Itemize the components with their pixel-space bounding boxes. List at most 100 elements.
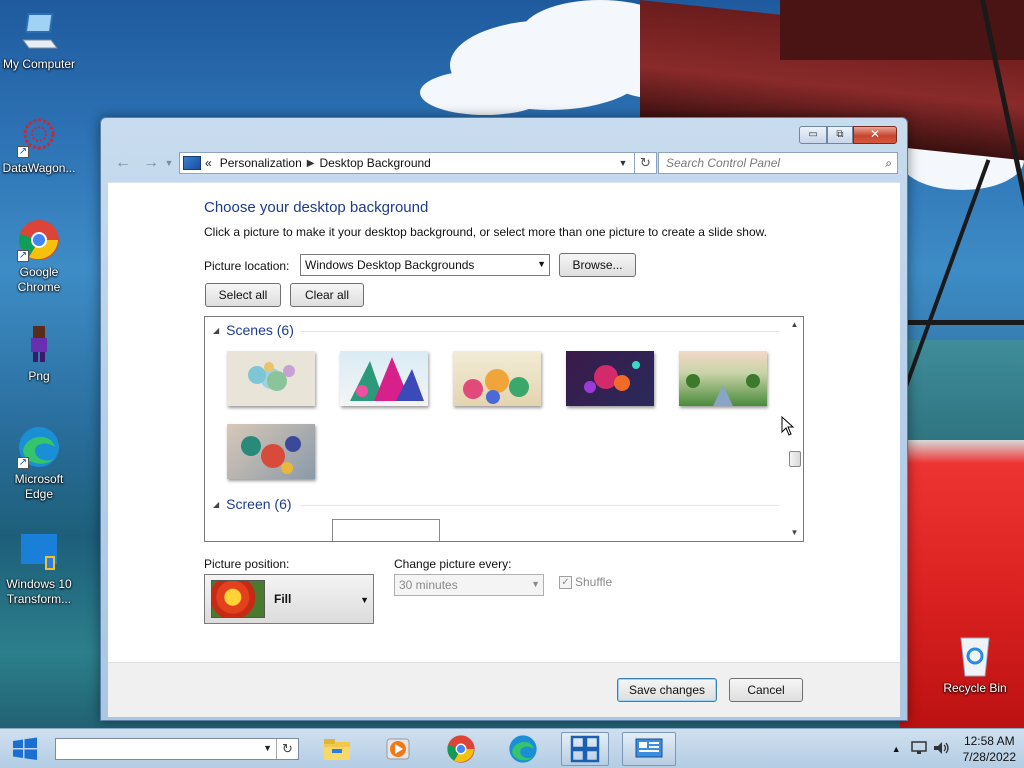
maximize-button[interactable]: ⧉: [827, 126, 853, 144]
desktop-icon-recycle-bin[interactable]: Recycle Bin: [937, 634, 1013, 696]
chevron-down-icon: ▼: [537, 259, 546, 269]
save-changes-button[interactable]: Save changes: [617, 678, 717, 702]
task-view-icon[interactable]: [561, 732, 609, 766]
thumbnail-focus-frame: [332, 519, 440, 541]
refresh-icon[interactable]: ↻: [634, 153, 656, 173]
network-icon[interactable]: [910, 740, 927, 758]
datawagon-icon: ↗: [17, 114, 61, 158]
wallpaper-thumbnail[interactable]: [566, 351, 654, 406]
picture-position-label: Picture position:: [204, 557, 290, 571]
windows10-transformation-icon: [17, 530, 61, 574]
desktop-icon-windows10-transformation[interactable]: Windows 10 Transform...: [1, 530, 77, 607]
forward-arrow-icon[interactable]: →: [141, 153, 161, 173]
show-hidden-icons-chevron-icon[interactable]: ▲: [892, 744, 901, 754]
edge-icon: ↗: [17, 425, 61, 469]
close-button[interactable]: ✕: [853, 126, 897, 144]
dialog-footer: Save changes Cancel: [108, 662, 900, 717]
page-description: Click a picture to make it your desktop …: [204, 225, 767, 239]
start-button[interactable]: [8, 735, 42, 763]
address-bar[interactable]: « Personalization ▶ Desktop Background ▼…: [179, 152, 657, 174]
file-explorer-icon[interactable]: [313, 732, 361, 766]
group-title: Screen (6): [226, 496, 292, 512]
chrome-icon[interactable]: [437, 732, 485, 766]
group-title: Scenes (6): [226, 322, 294, 338]
chevron-down-icon: ▼: [531, 579, 540, 589]
breadcrumb-personalization[interactable]: Personalization: [220, 156, 302, 170]
minimize-button[interactable]: ▭: [799, 126, 827, 144]
search-placeholder: Search Control Panel: [666, 156, 781, 170]
window-controls: ▭ ⧉ ✕: [799, 126, 897, 144]
collapse-triangle-icon[interactable]: ◢: [213, 326, 219, 335]
clock-date: 7/28/2022: [962, 750, 1016, 764]
recycle-bin-icon: [953, 634, 997, 678]
breadcrumb-separator-icon[interactable]: ▶: [307, 158, 315, 169]
flower-preview-thumbnail: [211, 580, 265, 618]
media-player-icon[interactable]: [374, 732, 422, 766]
control-panel-icon[interactable]: [622, 732, 676, 766]
collapse-triangle-icon[interactable]: ◢: [213, 500, 219, 509]
wallpaper-thumbnail[interactable]: [453, 351, 541, 406]
edge-icon[interactable]: [499, 732, 547, 766]
navigation-bar: ← → ▼ « Personalization ▶ Desktop Backgr…: [109, 151, 899, 175]
wallpaper-thumbnail[interactable]: [227, 424, 315, 479]
shortcut-arrow-icon: ↗: [17, 457, 29, 469]
system-clock[interactable]: 12:58 AM 7/28/2022: [963, 733, 1016, 765]
group-header-scenes[interactable]: ◢ Scenes (6): [213, 322, 779, 338]
desktop-icon-my-computer[interactable]: My Computer: [1, 10, 77, 72]
shortcut-arrow-icon: ↗: [17, 146, 29, 158]
scroll-down-icon[interactable]: ▼: [786, 525, 803, 541]
desktop-icon-label: Google Chrome: [17, 265, 61, 294]
desktop-icon-png[interactable]: Png: [1, 322, 77, 384]
control-panel-icon: [183, 156, 201, 170]
scroll-up-icon[interactable]: ▲: [786, 317, 803, 333]
select-all-button[interactable]: Select all: [205, 283, 281, 307]
search-icon[interactable]: ⌕: [885, 156, 892, 171]
recent-pages-chevron-icon[interactable]: ▼: [163, 153, 175, 173]
shuffle-label: Shuffle: [575, 575, 613, 589]
refresh-icon[interactable]: ↻: [276, 739, 298, 759]
wallpaper-thumbnail[interactable]: [227, 351, 315, 406]
taskbar: ▼ ↻ ▲ 12:58 AM 7/28/2022: [0, 728, 1024, 768]
back-arrow-icon[interactable]: ←: [113, 153, 133, 173]
system-tray: ▲ 12:58 AM 7/28/2022: [892, 729, 1016, 768]
browse-button[interactable]: Browse...: [559, 253, 636, 277]
change-interval-select[interactable]: 30 minutes ▼: [394, 574, 544, 596]
desktop-icon-label: Png: [28, 369, 50, 383]
clock-time: 12:58 AM: [963, 734, 1015, 748]
desktop-icon-google-chrome[interactable]: ↗ Google Chrome: [1, 218, 77, 295]
mouse-cursor-icon: [781, 415, 795, 439]
search-input[interactable]: Search Control Panel ⌕: [658, 152, 898, 174]
chrome-icon: ↗: [17, 218, 61, 262]
wallpaper-thumbnail[interactable]: [679, 351, 767, 406]
breadcrumb-overflow[interactable]: «: [205, 156, 212, 170]
scrollbar-thumb[interactable]: [789, 451, 801, 467]
desktop-icon-label: Recycle Bin: [943, 681, 1007, 695]
picture-position-value: Fill: [274, 592, 292, 606]
desktop-icon-label: My Computer: [2, 57, 76, 71]
picture-location-label: Picture location:: [204, 259, 290, 273]
picture-location-select[interactable]: Windows Desktop Backgrounds ▼: [300, 254, 550, 276]
cancel-button[interactable]: Cancel: [729, 678, 803, 702]
shortcut-arrow-icon: ↗: [17, 250, 29, 262]
desktop-icon-microsoft-edge[interactable]: ↗ Microsoft Edge: [1, 425, 77, 502]
chevron-down-icon: ▼: [360, 595, 369, 605]
picture-position-select[interactable]: Fill ▼: [204, 574, 374, 624]
picture-location-value: Windows Desktop Backgrounds: [305, 258, 475, 272]
png-figure-icon: [17, 322, 61, 366]
change-picture-label: Change picture every:: [394, 557, 512, 571]
clear-all-button[interactable]: Clear all: [290, 283, 364, 307]
group-header-screen[interactable]: ◢ Screen (6): [213, 496, 779, 512]
address-dropdown-icon[interactable]: ▼: [616, 153, 630, 173]
computer-icon: [17, 10, 61, 54]
desktop-icon-datawagon[interactable]: ↗ DataWagon...: [1, 114, 77, 176]
breadcrumb-desktop-background[interactable]: Desktop Background: [319, 156, 430, 170]
wallpaper-thumbnail[interactable]: [340, 351, 428, 406]
desktop-icon-label: DataWagon...: [2, 161, 76, 175]
desktop-icon-label: Microsoft Edge: [14, 472, 64, 501]
taskbar-search-input[interactable]: ▼ ↻: [55, 738, 299, 760]
volume-icon[interactable]: [933, 741, 951, 758]
windows-logo-icon: [13, 737, 37, 760]
shuffle-checkbox[interactable]: ✓: [559, 576, 572, 589]
chevron-down-icon[interactable]: ▼: [263, 743, 272, 753]
desktop-icon-label: Windows 10 Transform...: [6, 577, 72, 606]
